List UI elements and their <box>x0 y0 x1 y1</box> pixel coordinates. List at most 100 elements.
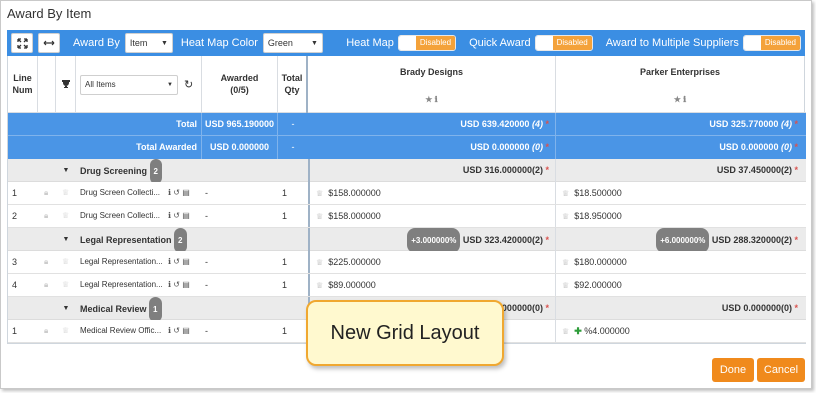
new-grid-layout-callout: New Grid Layout <box>306 300 504 366</box>
qty-value: 1 <box>282 280 288 290</box>
trophy-icon[interactable]: ♕ <box>62 205 74 227</box>
required-marker: * <box>794 165 798 175</box>
percent-change-badge: +3.000000% <box>407 228 461 251</box>
trophy-icon[interactable]: ♕ <box>562 212 569 221</box>
table-row[interactable]: 4 🔒︎ ♕ Legal Representation... ℹ ↺ ▤ - 1… <box>8 274 806 297</box>
item-name[interactable]: Legal Representation... <box>80 251 170 273</box>
trophy-icon[interactable]: ♕ <box>316 281 323 290</box>
document-icon[interactable]: ▤ <box>182 326 190 335</box>
history-icon[interactable]: ↺ <box>173 257 180 266</box>
lock-icon[interactable]: 🔒︎ <box>44 251 56 273</box>
group-row-legal-representation[interactable]: ▼ Legal Representation 2 +3.000000% USD … <box>8 228 806 251</box>
heat-map-color-label: Heat Map Color <box>180 37 258 49</box>
trophy-icon[interactable]: ♕ <box>316 212 323 221</box>
caret-down-icon: ▼ <box>160 39 168 47</box>
info-icon[interactable]: ℹ <box>435 95 438 104</box>
trophy-icon[interactable]: ♕ <box>316 189 323 198</box>
heat-map-toggle[interactable]: Disabled <box>397 35 457 51</box>
lock-icon[interactable]: 🔒︎ <box>44 205 56 227</box>
star-icon[interactable]: ★ <box>674 95 681 104</box>
price-cell-brady[interactable]: ♕ $158.000000 <box>308 205 556 227</box>
price-cell-brady[interactable]: ♕ $158.000000 <box>308 182 556 204</box>
history-icon[interactable]: ↺ <box>173 326 180 335</box>
collapse-caret-icon[interactable]: ▼ <box>56 228 76 251</box>
expand-icon[interactable] <box>11 33 33 53</box>
document-icon[interactable]: ▤ <box>182 188 190 197</box>
item-name[interactable]: Medical Review Offic... <box>80 320 170 342</box>
lock-icon[interactable]: 🔒︎ <box>44 182 56 204</box>
table-row[interactable]: 1 🔒︎ ♕ Drug Screen Collecti... ℹ ↺ ▤ - 1… <box>8 182 806 205</box>
trophy-icon[interactable]: ♕ <box>562 327 569 336</box>
toggle-knob <box>743 36 761 50</box>
horizontal-resize-icon[interactable] <box>38 33 60 53</box>
document-icon[interactable]: ▤ <box>182 211 190 220</box>
required-marker: * <box>545 142 549 152</box>
total-awarded-count: (0) <box>780 142 792 152</box>
history-icon[interactable]: ↺ <box>173 280 180 289</box>
item-name[interactable]: Drug Screen Collecti... <box>80 205 170 227</box>
group-total: USD 0.000000(0) <box>721 303 792 313</box>
total-qty-header: Total Qty <box>278 56 308 113</box>
info-icon[interactable]: ℹ <box>168 257 171 266</box>
item-filter-select[interactable]: All Items ▼ <box>80 74 178 95</box>
trophy-icon[interactable]: ♕ <box>62 320 74 342</box>
document-icon[interactable]: ▤ <box>182 257 190 266</box>
lock-icon[interactable]: 🔒︎ <box>44 274 56 296</box>
refresh-icon[interactable]: ↻ <box>184 78 193 91</box>
info-icon[interactable]: ℹ <box>683 95 686 104</box>
price-cell-brady[interactable]: ♕ $89.000000 <box>308 274 556 296</box>
awarded-count: (0/5) <box>230 85 249 95</box>
info-icon[interactable]: ℹ <box>168 211 171 220</box>
multi-supplier-toggle[interactable]: Disabled <box>742 35 801 51</box>
required-marker: * <box>545 119 549 129</box>
required-marker: * <box>545 235 549 245</box>
history-icon[interactable]: ↺ <box>173 211 180 220</box>
cancel-button[interactable]: Cancel <box>757 358 805 382</box>
collapse-caret-icon[interactable]: ▼ <box>56 297 76 320</box>
table-row[interactable]: 2 🔒︎ ♕ Drug Screen Collecti... ℹ ↺ ▤ - 1… <box>8 205 806 228</box>
caret-down-icon: ▼ <box>310 39 318 47</box>
price-cell-parker[interactable]: ♕ $180.000000 <box>556 251 804 273</box>
trophy-icon[interactable]: ♕ <box>562 189 569 198</box>
group-row-drug-screening[interactable]: ▼ Drug Screening 2 USD 316.000000(2) * U… <box>8 159 806 182</box>
toggle-state: Disabled <box>415 36 456 50</box>
trophy-icon[interactable]: ♕ <box>62 274 74 296</box>
item-name[interactable]: Drug Screen Collecti... <box>80 182 170 204</box>
info-icon[interactable]: ℹ <box>168 326 171 335</box>
history-icon[interactable]: ↺ <box>173 188 180 197</box>
trophy-icon[interactable]: ♕ <box>562 258 569 267</box>
document-icon[interactable]: ▤ <box>182 280 190 289</box>
trophy-icon[interactable]: ♕ <box>316 258 323 267</box>
price-cell-parker[interactable]: ♕ $18.500000 <box>556 182 804 204</box>
award-by-select[interactable]: Item ▼ <box>124 33 173 53</box>
price-cell-brady[interactable]: ♕ $225.000000 <box>308 251 556 273</box>
trophy-icon[interactable]: ♕ <box>562 281 569 290</box>
award-by-value: Item <box>129 38 148 48</box>
star-icon[interactable]: ★ <box>425 95 432 104</box>
item-actions: ℹ ↺ ▤ <box>168 205 202 227</box>
price-cell-parker[interactable]: ♕ $92.000000 <box>556 274 804 296</box>
lock-column-header <box>38 56 56 113</box>
trophy-icon[interactable]: ♕ <box>62 251 74 273</box>
total-amount: USD 639.420000 <box>460 119 530 129</box>
toggle-state: Disabled <box>760 36 800 50</box>
heat-map-color-select[interactable]: Green ▼ <box>262 33 323 53</box>
total-awarded-amount: USD 0.000000 <box>470 142 530 152</box>
total-count: (4) <box>531 119 543 129</box>
toggle-knob <box>398 36 416 50</box>
item-name[interactable]: Legal Representation... <box>80 274 170 296</box>
grid-header-row: Line Num All Items ▼ ↻ Awarded (0/5) Tot… <box>8 56 806 113</box>
heat-map-toggle-item: Heat Map Disabled <box>346 35 457 51</box>
collapse-caret-icon[interactable]: ▼ <box>56 159 76 182</box>
done-button[interactable]: Done <box>712 358 754 382</box>
price-cell-parker[interactable]: ♕ $18.950000 <box>556 205 804 227</box>
price-cell-parker[interactable]: ♕ ✚ %4.000000 <box>556 320 804 342</box>
lock-icon[interactable]: 🔒︎ <box>44 320 56 342</box>
quick-award-toggle[interactable]: Disabled <box>534 35 593 51</box>
info-icon[interactable]: ℹ <box>168 188 171 197</box>
price-value: $18.500000 <box>574 188 622 198</box>
trophy-icon[interactable]: ♕ <box>62 182 74 204</box>
trophy-icon[interactable] <box>61 79 71 91</box>
info-icon[interactable]: ℹ <box>168 280 171 289</box>
table-row[interactable]: 3 🔒︎ ♕ Legal Representation... ℹ ↺ ▤ - 1… <box>8 251 806 274</box>
